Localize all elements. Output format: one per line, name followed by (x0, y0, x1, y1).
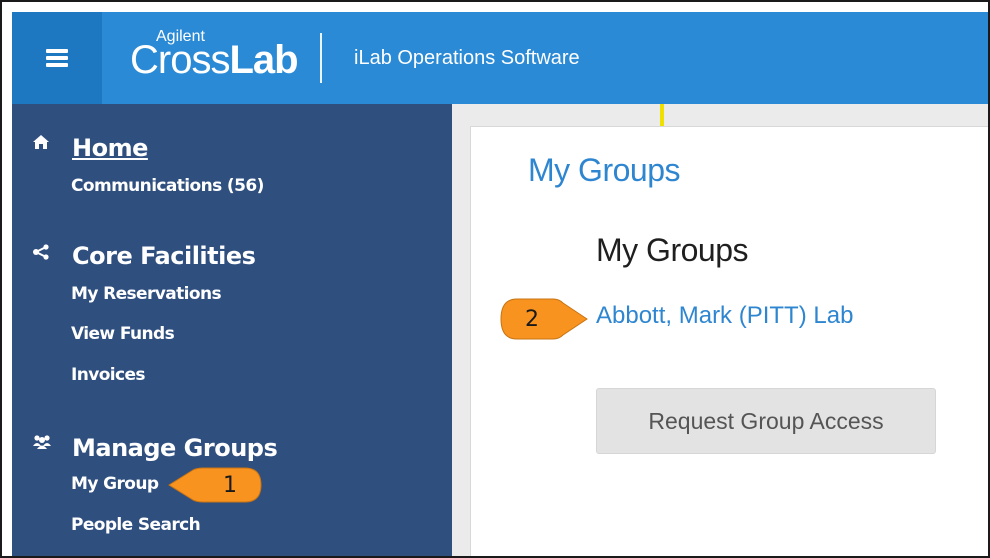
callout-2: 2 (499, 297, 589, 341)
highlight-marker (660, 104, 664, 126)
sidebar-item-communications[interactable]: Communications (56) (71, 176, 264, 196)
sidebar-item-invoices[interactable]: Invoices (71, 365, 146, 385)
content-panel (470, 126, 988, 556)
top-bar: Agilent CrossLab iLab Operations Softwar… (12, 12, 988, 104)
brand-logo[interactable]: Agilent CrossLab (130, 28, 299, 88)
group-link-abbott-lab[interactable]: Abbott, Mark (PITT) Lab (596, 302, 853, 330)
brand-crosslab-text: CrossLab (130, 38, 299, 83)
menu-toggle-button[interactable] (12, 12, 102, 104)
request-group-access-button[interactable]: Request Group Access (596, 388, 936, 454)
screenshot-frame: Agilent CrossLab iLab Operations Softwar… (0, 0, 990, 558)
callout-1: 1 (167, 466, 263, 504)
callout-2-arrow-shape (500, 298, 588, 340)
app-title: iLab Operations Software (354, 46, 580, 69)
callout-1-arrow-shape (168, 467, 262, 503)
home-icon (32, 134, 50, 153)
callout-2-number: 2 (525, 306, 539, 332)
sidebar-item-people-search[interactable]: People Search (71, 515, 201, 535)
share-icon (32, 244, 50, 263)
hamburger-icon (46, 46, 68, 70)
sidebar-item-view-funds[interactable]: View Funds (71, 324, 175, 344)
brand-lab-text: Lab (229, 38, 298, 82)
brand-cross-text: Cross (130, 38, 230, 82)
sidebar-title-manage-groups: Manage Groups (72, 434, 278, 462)
sidebar-item-my-group[interactable]: My Group (71, 474, 159, 494)
header-divider (320, 33, 322, 83)
callout-1-number: 1 (223, 472, 237, 498)
sidebar-title-home[interactable]: Home (72, 134, 148, 162)
sidebar-item-my-reservations[interactable]: My Reservations (71, 284, 222, 304)
users-icon (32, 434, 52, 453)
sidebar: Home Communications (56) Core Facilities… (12, 104, 452, 556)
page-title: My Groups (528, 152, 680, 188)
section-title: My Groups (596, 232, 748, 268)
sidebar-title-core-facilities: Core Facilities (72, 242, 256, 270)
